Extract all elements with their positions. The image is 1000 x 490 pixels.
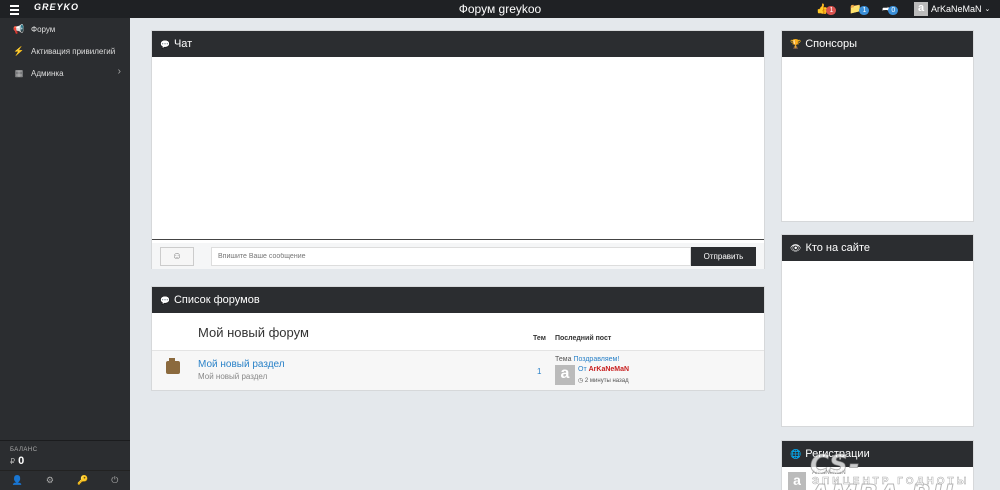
page-title: Форум greykoo (458, 2, 542, 16)
sponsors-panel: 🏆 Спонсоры (781, 30, 974, 222)
sidebar-footer: 👤 ⚙ 🔑 ⏻ (0, 470, 130, 490)
emoji-button[interactable]: ☺ (160, 246, 194, 266)
online-panel: 👁 Кто на сайте (781, 234, 974, 427)
comments-icon: 💬 (160, 295, 170, 305)
watermark-tagline: ЭПИЦЕНТР ГОДНОТЫ (812, 476, 970, 488)
last-post-by-prefix: От (578, 366, 587, 373)
last-post-prefix: Тема (555, 356, 572, 363)
chat-title: Чат (173, 38, 193, 50)
last-post-author-link[interactable]: ArKaNeMaN (589, 366, 629, 373)
sidebar-item-label: Активация привилегий (31, 46, 116, 56)
chat-input-row: ☺ Отправить (152, 243, 764, 269)
share-count: 0 (888, 6, 899, 15)
sidebar-item-admin[interactable]: ▦ Админка › (0, 62, 130, 84)
sponsors-title: Спонсоры (805, 38, 858, 50)
sidebar-item-forum[interactable]: 📢 Форум (0, 18, 130, 40)
comment-icon: 💬 (160, 39, 170, 49)
chat-messages[interactable] (152, 57, 764, 240)
section-description: Мой новый раздел (198, 372, 268, 381)
chevron-down-icon: ⌄ (984, 6, 991, 13)
avatar[interactable]: a (555, 365, 575, 385)
likes-notification[interactable]: 👍 1 (816, 3, 837, 16)
forum-list-header: 💬 Список форумов (152, 287, 764, 313)
folder-notification[interactable]: 📁 1 (849, 3, 870, 16)
sidebar-item-privileges[interactable]: ⚡ Активация привилегий (0, 40, 130, 62)
sidebar: 📢 Форум ⚡ Активация привилегий ▦ Админка… (0, 18, 130, 490)
user-menu[interactable]: a ArKaNeMaN ⌄ (914, 1, 990, 17)
gear-icon[interactable]: ⚙ (46, 475, 54, 486)
key-icon[interactable]: 🔑 (77, 475, 88, 486)
currency-symbol: ₽ (10, 457, 16, 466)
section-name-link[interactable]: Мой новый раздел (198, 359, 285, 370)
sponsors-header: 🏆 Спонсоры (782, 31, 973, 57)
power-icon[interactable]: ⏻ (111, 475, 118, 486)
smile-icon: ☺ (171, 250, 183, 262)
last-post-topic-link[interactable]: Поздравляем! (573, 356, 619, 363)
globe-icon: 🌐 (790, 448, 802, 459)
chat-panel: 💬 Чат ☺ Отправить (151, 30, 765, 269)
chevron-right-icon: › (117, 66, 121, 77)
likes-count: 1 (826, 6, 837, 15)
bolt-icon: ⚡ (13, 45, 25, 56)
folder-icon (166, 358, 180, 374)
last-post-time: 2 минуты назад (584, 378, 629, 384)
eye-icon: 👁 (790, 242, 802, 253)
user-name: ArKaNeMaN (931, 4, 982, 14)
trophy-icon: 🏆 (790, 38, 802, 49)
column-header-topics: Тем (533, 335, 546, 342)
balance-label: БАЛАНС (10, 447, 38, 453)
sidebar-item-label: Админка (31, 68, 64, 78)
menu-icon[interactable] (10, 3, 20, 15)
online-title: Кто на сайте (805, 242, 870, 254)
table-row: Мой новый раздел Мой новый раздел 1 Тема… (152, 350, 764, 390)
table-icon: ▦ (14, 67, 24, 78)
top-bar: GREYKO Форум greykoo 👍 1 📁 1 ➦ 0 a ArKaN… (0, 0, 1000, 18)
topic-count: 1 (537, 367, 542, 376)
folder-count: 1 (859, 6, 870, 15)
avatar: a (914, 2, 928, 16)
forum-list-title: Список форумов (173, 294, 260, 306)
user-icon[interactable]: 👤 (12, 475, 23, 486)
sidebar-item-label: Форум (31, 24, 56, 34)
online-header: 👁 Кто на сайте (782, 235, 973, 261)
avatar: a (788, 472, 806, 490)
clock-icon: ◷ (578, 378, 584, 384)
balance-value: 0 (18, 455, 25, 467)
send-button[interactable]: Отправить (691, 246, 756, 266)
share-notification[interactable]: ➦ 0 (882, 3, 899, 16)
megaphone-icon: 📢 (13, 23, 25, 34)
forum-list-panel: 💬 Список форумов Мой новый форум Тем Пос… (151, 286, 765, 391)
chat-header: 💬 Чат (152, 31, 764, 57)
column-header-last-post: Последний пост (555, 335, 612, 342)
site-logo[interactable]: GREYKO (34, 2, 79, 12)
message-input[interactable] (211, 246, 691, 266)
balance-widget: БАЛАНС ₽0 (0, 440, 130, 473)
forum-category-title[interactable]: Мой новый форум (198, 325, 309, 340)
